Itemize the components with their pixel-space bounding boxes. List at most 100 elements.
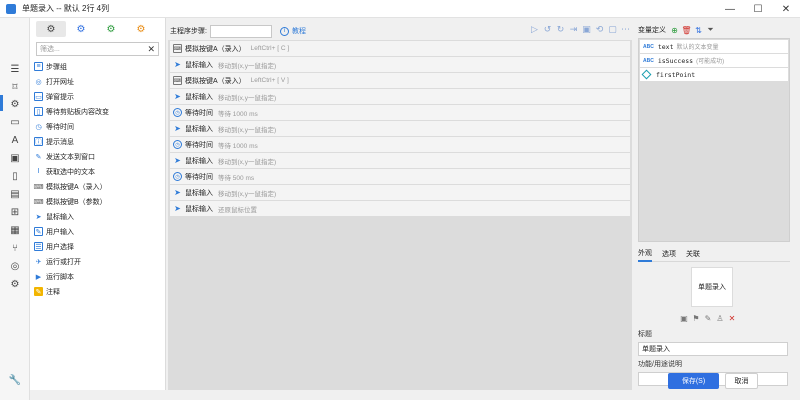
mouse-pointer-icon: ➤ [174, 204, 181, 213]
maximize-button[interactable]: ☐ [744, 0, 772, 18]
tab-options[interactable]: 选项 [662, 249, 676, 261]
command-item[interactable]: ➤ 鼠标输入 [30, 209, 165, 224]
note-icon[interactable]: ▢ [606, 24, 619, 35]
save-button[interactable]: 保存(S) [668, 373, 719, 389]
variable-row[interactable]: ABC text 默认的文本变量 [640, 40, 788, 53]
mouse-pointer-icon: ➤ [174, 156, 181, 165]
step-row[interactable]: ➤ 鼠标输入 移动到(x,y一鼠指定) [170, 121, 630, 136]
button-preview[interactable]: 单题录入 [691, 267, 733, 307]
step-row[interactable]: ➤ 鼠标输入 还原鼠标位置 [170, 201, 630, 216]
variable-name: isSuccess [657, 56, 694, 65]
step-row[interactable]: ⌨ 模拟按键A（录入） LeftCtrl+ [ V ] [170, 73, 630, 88]
variables-header: 变量定义 ⊕ 🗑 ⇅ ⏷ [634, 22, 794, 38]
clipboard-icon[interactable]: ▯ [8, 169, 22, 183]
command-item[interactable]: ✎ 发送文本到窗口 [30, 149, 165, 164]
step-detail: 移动到(x,y一鼠指定) [218, 62, 277, 70]
tab-blue[interactable]: ⚙ [66, 21, 96, 37]
window-controls: — ☐ ✕ [716, 0, 800, 18]
tutorial-link[interactable]: i 教程 [279, 26, 306, 36]
command-item[interactable]: ≡ 步骤组 [30, 59, 165, 74]
tab-basic[interactable]: ⚙ [36, 21, 66, 37]
command-item[interactable]: ✎ 注释 [30, 284, 165, 299]
command-item[interactable]: ⌨ 模拟按键B（参数） [30, 194, 165, 209]
step-row[interactable]: ⌨ 模拟按键A（录入） LeftCtrl+ [ C ] [170, 41, 630, 56]
command-item[interactable]: ▯ 等待剪贴板内容改变 [30, 104, 165, 119]
tab-orange[interactable]: ⚙ [126, 21, 156, 37]
image-icon[interactable]: ▣ [8, 151, 22, 165]
step-row[interactable]: ◷ 等待时间 等待 1000 ms [170, 105, 630, 120]
command-item[interactable]: ✎ 用户输入 [30, 224, 165, 239]
step-detail: 等待 1000 ms [218, 110, 258, 118]
sort-icon[interactable]: ⇅ [694, 26, 703, 35]
tab-related[interactable]: 关联 [686, 249, 700, 261]
history-icon[interactable]: ⟲ [593, 24, 606, 35]
save-icon[interactable]: ▣ [580, 24, 593, 35]
gears-icon[interactable]: ⚙ [8, 277, 22, 291]
step-name: 鼠标输入 [185, 125, 213, 133]
menu-icon[interactable]: ☰ [8, 62, 22, 76]
step-row[interactable]: ➤ 鼠标输入 移动到(x,y一鼠指定) [170, 57, 630, 72]
command-label: 模拟按键B（参数） [46, 198, 107, 206]
command-item[interactable]: ⌨ 模拟按键A（录入） [30, 179, 165, 194]
minimize-button[interactable]: — [716, 0, 744, 18]
clock-icon: ◷ [173, 172, 182, 181]
bookmark-icon[interactable]: ⌑ [8, 80, 22, 94]
step-row[interactable]: ➤ 鼠标输入 移动到(x,y一鼠指定) [170, 153, 630, 168]
add-icon[interactable]: ⊕ [670, 26, 679, 35]
variable-row[interactable]: ABC isSuccess (可能成功) [640, 54, 788, 67]
preview-tools: ▣ ⚑ ✎ ♙ ✕ [678, 314, 738, 323]
command-item[interactable]: ◎ 打开网址 [30, 74, 165, 89]
step-icon[interactable]: ⇥ [567, 24, 580, 35]
filter-icon[interactable]: ⏷ [706, 25, 715, 35]
remove-icon[interactable]: ✕ [726, 314, 738, 323]
run-icon[interactable]: ▷ [528, 24, 541, 35]
tab-green[interactable]: ⚙ [96, 21, 126, 37]
command-item[interactable]: ▭ 弹窗提示 [30, 89, 165, 104]
flag-icon[interactable]: ⚑ [690, 314, 702, 323]
step-row[interactable]: ➤ 鼠标输入 移动到(x,y一鼠指定) [170, 89, 630, 104]
command-label: 鼠标输入 [46, 213, 74, 221]
clear-icon[interactable]: ✕ [147, 44, 155, 55]
delete-icon[interactable]: 🗑 [681, 26, 691, 35]
redo-icon[interactable]: ↺ [541, 24, 554, 35]
font-icon[interactable]: A [8, 133, 22, 147]
command-item[interactable]: I 获取选中的文本 [30, 164, 165, 179]
windows-icon[interactable]: ⊞ [8, 205, 22, 219]
globe-icon[interactable]: ◎ [8, 259, 22, 273]
more-icon[interactable]: ⋯ [619, 24, 632, 35]
title-input[interactable]: 单题录入 [638, 342, 788, 356]
document-icon[interactable]: ▤ [8, 187, 22, 201]
command-item[interactable]: ⓘ 提示消息 [30, 134, 165, 149]
undo-icon[interactable]: ↻ [554, 24, 567, 35]
shirt-icon[interactable]: ♙ [714, 314, 726, 323]
variable-row[interactable]: firstPoint [640, 68, 788, 81]
image-icon[interactable]: ▣ [678, 314, 690, 323]
pen-icon[interactable]: ✎ [702, 314, 714, 323]
command-item[interactable]: ◷ 等待时间 [30, 119, 165, 134]
step-row[interactable]: ◷ 等待时间 等待 500 ms [170, 169, 630, 184]
gear-icon[interactable]: ⚙ [8, 97, 22, 111]
command-label: 等待剪贴板内容改变 [46, 108, 109, 116]
command-label: 运行或打开 [46, 258, 81, 266]
tab-appearance[interactable]: 外观 [638, 248, 652, 262]
step-row[interactable]: ➤ 鼠标输入 移动到(x,y一鼠指定) [170, 185, 630, 200]
step-name-input[interactable] [209, 24, 272, 38]
search-input[interactable]: 筛选... ✕ [36, 42, 159, 56]
close-button[interactable]: ✕ [772, 0, 800, 18]
icon-rail: ☰ ⌑ ⚙ ▭ A ▣ ▯ ▤ ⊞ ▦ ⑂ ◎ ⚙ 🔧 [0, 18, 30, 400]
branch-icon[interactable]: ⑂ [8, 241, 22, 255]
grid-icon[interactable]: ▦ [8, 223, 22, 237]
command-label: 用户选择 [46, 243, 74, 251]
step-row[interactable]: ◷ 等待时间 等待 1000 ms [170, 137, 630, 152]
command-item[interactable]: ☰ 用户选择 [30, 239, 165, 254]
command-item[interactable]: ✈ 运行或打开 [30, 254, 165, 269]
step-name: 等待时间 [185, 109, 213, 117]
property-tabs: 外观 选项 关联 [638, 248, 790, 262]
cancel-button[interactable]: 取消 [725, 373, 758, 389]
window-icon[interactable]: ▭ [8, 115, 22, 129]
send-icon: ✈ [35, 258, 42, 266]
step-name: 等待时间 [185, 173, 213, 181]
message-icon: ⓘ [34, 137, 43, 146]
wrench-icon[interactable]: 🔧 [8, 373, 22, 387]
command-item[interactable]: ▶ 运行脚本 [30, 269, 165, 284]
